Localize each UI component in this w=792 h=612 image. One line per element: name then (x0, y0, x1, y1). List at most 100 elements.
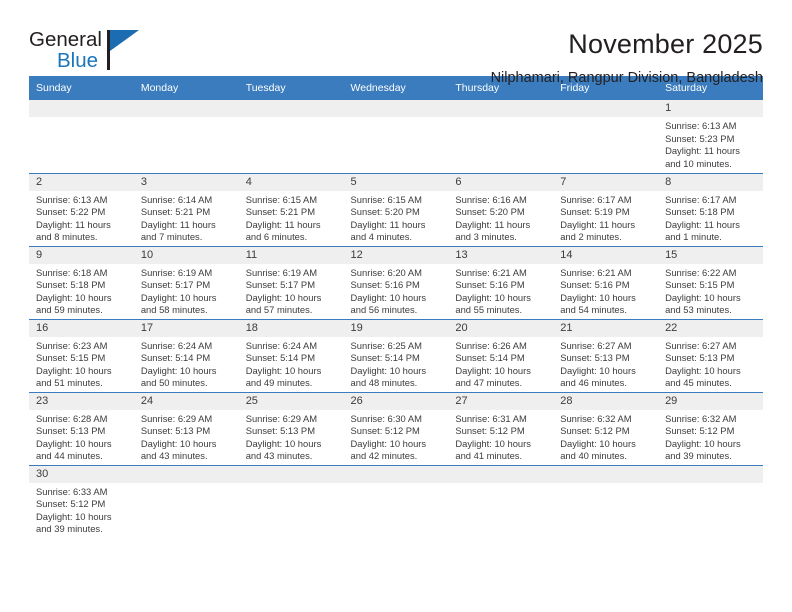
sunrise-text: Sunrise: 6:19 AM (245, 266, 318, 278)
daylight-text: Daylight: 10 hours and 39 minutes. (36, 510, 112, 535)
calendar-day-cell[interactable]: 16 Sunrise: 6:23 AM Sunset: 5:15 PM Dayligh… (29, 318, 134, 392)
day-number: 16 (29, 319, 134, 337)
day-number: 2 (29, 173, 134, 191)
calendar-day-cell[interactable]: 12 Sunrise: 6:20 AM Sunset: 5:16 PM Dayligh… (343, 245, 449, 319)
calendar-day-cell[interactable]: 17 Sunrise: 6:24 AM Sunset: 5:14 PM Dayligh… (133, 318, 239, 392)
daylight-text: Daylight: 10 hours and 49 minutes. (245, 364, 322, 389)
sunrise-text: Sunrise: 6:19 AM (140, 266, 213, 278)
day-details: Sunrise: 6:32 AM Sunset: 5:12 PM Daylight:… (658, 410, 763, 463)
daylight-text: Daylight: 11 hours and 2 minutes. (560, 218, 636, 243)
calendar-body: 1 Sunrise: 6:13 AM Sunset: 5:23 PM Daylight… (29, 100, 763, 538)
day-number: 11 (238, 246, 344, 264)
calendar-day-cell[interactable]: 3 Sunrise: 6:14 AM Sunset: 5:21 PM Daylight… (133, 172, 239, 246)
calendar-week-row: 1 Sunrise: 6:13 AM Sunset: 5:23 PM Daylight… (29, 100, 763, 173)
daylight-text: Daylight: 10 hours and 42 minutes. (350, 437, 427, 462)
sunset-text: Sunset: 5:14 PM (245, 352, 315, 364)
calendar-cell-empty (133, 464, 239, 538)
day-details: Sunrise: 6:19 AM Sunset: 5:17 PM Daylight:… (134, 264, 239, 317)
day-details: Sunrise: 6:25 AM Sunset: 5:14 PM Daylight:… (344, 337, 449, 390)
calendar-day-cell[interactable]: 18 Sunrise: 6:24 AM Sunset: 5:14 PM Dayligh… (238, 318, 344, 392)
day-number: 17 (133, 319, 239, 337)
day-details: Sunrise: 6:21 AM Sunset: 5:16 PM Daylight:… (448, 264, 553, 317)
sunset-text: Sunset: 5:14 PM (455, 352, 525, 364)
day-details: Sunrise: 6:31 AM Sunset: 5:12 PM Daylight:… (448, 410, 553, 463)
day-details: Sunrise: 6:13 AM Sunset: 5:22 PM Daylight:… (29, 191, 134, 244)
calendar-day-cell[interactable]: 15 Sunrise: 6:22 AM Sunset: 5:15 PM Dayligh… (658, 245, 763, 319)
sunset-text: Sunset: 5:12 PM (455, 425, 525, 437)
day-number: 23 (29, 392, 134, 410)
daylight-text: Daylight: 11 hours and 8 minutes. (36, 218, 111, 243)
daylight-text: Daylight: 10 hours and 53 minutes. (665, 291, 741, 316)
calendar-page: General Blue November 2025 Nilphamari, R… (0, 0, 792, 612)
day-details: Sunrise: 6:15 AM Sunset: 5:21 PM Daylight:… (239, 191, 344, 244)
day-details: Sunrise: 6:17 AM Sunset: 5:19 PM Daylight:… (553, 191, 658, 244)
day-details: Sunrise: 6:26 AM Sunset: 5:14 PM Daylight:… (448, 337, 553, 390)
calendar-day-cell[interactable]: 6 Sunrise: 6:16 AM Sunset: 5:20 PM Daylight… (448, 172, 554, 246)
calendar-day-cell[interactable]: 24 Sunrise: 6:29 AM Sunset: 5:13 PM Dayligh… (133, 391, 239, 465)
sunset-text: Sunset: 5:21 PM (245, 206, 315, 218)
calendar-day-cell[interactable]: 21 Sunrise: 6:27 AM Sunset: 5:13 PM Dayligh… (553, 318, 659, 392)
calendar-cell-empty (238, 100, 344, 173)
sunset-text: Sunset: 5:22 PM (36, 206, 106, 218)
sunrise-text: Sunrise: 6:32 AM (665, 412, 737, 424)
calendar-day-cell[interactable]: 29 Sunrise: 6:32 AM Sunset: 5:12 PM Dayligh… (658, 391, 763, 465)
calendar-day-cell[interactable]: 4 Sunrise: 6:15 AM Sunset: 5:21 PM Daylight… (238, 172, 344, 246)
day-number: 18 (238, 319, 344, 337)
calendar-day-cell[interactable]: 10 Sunrise: 6:19 AM Sunset: 5:17 PM Dayligh… (133, 245, 239, 319)
daylight-text: Daylight: 10 hours and 50 minutes. (140, 364, 217, 389)
sunrise-text: Sunrise: 6:29 AM (245, 412, 318, 424)
calendar-week-row: 30 Sunrise: 6:33 AM Sunset: 5:12 PM Dayligh… (29, 464, 763, 538)
day-number: 12 (343, 246, 449, 264)
calendar-day-cell[interactable]: 28 Sunrise: 6:32 AM Sunset: 5:12 PM Dayligh… (553, 391, 659, 465)
sunrise-text: Sunrise: 6:31 AM (455, 412, 527, 424)
calendar-day-cell[interactable]: 14 Sunrise: 6:21 AM Sunset: 5:16 PM Dayligh… (553, 245, 659, 319)
daylight-text: Daylight: 11 hours and 6 minutes. (245, 218, 321, 243)
daylight-text: Daylight: 11 hours and 7 minutes. (140, 218, 216, 243)
sunset-text: Sunset: 5:18 PM (665, 206, 735, 218)
calendar-day-cell[interactable]: 5 Sunrise: 6:15 AM Sunset: 5:20 PM Daylight… (343, 172, 449, 246)
calendar-day-cell[interactable]: 8 Sunrise: 6:17 AM Sunset: 5:18 PM Daylight… (658, 172, 763, 246)
sunset-text: Sunset: 5:17 PM (245, 279, 315, 291)
day-number (133, 100, 239, 117)
day-number: 7 (553, 173, 659, 191)
day-number: 30 (29, 465, 134, 483)
calendar-day-cell[interactable]: 26 Sunrise: 6:30 AM Sunset: 5:12 PM Dayligh… (343, 391, 449, 465)
sunset-text: Sunset: 5:12 PM (36, 498, 106, 510)
general-blue-logo[interactable]: General Blue (29, 28, 141, 78)
calendar-day-cell[interactable]: 27 Sunrise: 6:31 AM Sunset: 5:12 PM Dayligh… (448, 391, 554, 465)
sunset-text: Sunset: 5:15 PM (665, 279, 735, 291)
sunset-text: Sunset: 5:13 PM (36, 425, 106, 437)
sunset-text: Sunset: 5:19 PM (560, 206, 630, 218)
calendar-cell-empty (133, 100, 239, 173)
calendar-day-cell[interactable]: 23 Sunrise: 6:28 AM Sunset: 5:13 PM Dayligh… (29, 391, 134, 465)
calendar-day-cell[interactable]: 1 Sunrise: 6:13 AM Sunset: 5:23 PM Daylight… (658, 100, 763, 173)
weekday-header-sunday: Sunday (29, 76, 134, 100)
sunset-text: Sunset: 5:18 PM (36, 279, 106, 291)
calendar-cell-empty (553, 464, 659, 538)
calendar-day-cell[interactable]: 13 Sunrise: 6:21 AM Sunset: 5:16 PM Dayligh… (448, 245, 554, 319)
sunrise-text: Sunrise: 6:27 AM (560, 339, 632, 351)
calendar-day-cell[interactable]: 7 Sunrise: 6:17 AM Sunset: 5:19 PM Daylight… (553, 172, 659, 246)
calendar-day-cell[interactable]: 20 Sunrise: 6:26 AM Sunset: 5:14 PM Dayligh… (448, 318, 554, 392)
sunset-text: Sunset: 5:12 PM (350, 425, 420, 437)
calendar-day-cell[interactable]: 25 Sunrise: 6:29 AM Sunset: 5:13 PM Dayligh… (238, 391, 344, 465)
sunset-text: Sunset: 5:23 PM (665, 132, 735, 144)
calendar-day-cell[interactable]: 2 Sunrise: 6:13 AM Sunset: 5:22 PM Daylight… (29, 172, 134, 246)
calendar-day-cell[interactable]: 19 Sunrise: 6:25 AM Sunset: 5:14 PM Dayligh… (343, 318, 449, 392)
calendar-day-cell[interactable]: 22 Sunrise: 6:27 AM Sunset: 5:13 PM Dayligh… (658, 318, 763, 392)
day-details: Sunrise: 6:24 AM Sunset: 5:14 PM Daylight:… (239, 337, 344, 390)
day-number: 8 (658, 173, 763, 191)
calendar-day-cell[interactable]: 11 Sunrise: 6:19 AM Sunset: 5:17 PM Dayligh… (238, 245, 344, 319)
calendar-day-cell[interactable]: 9 Sunrise: 6:18 AM Sunset: 5:18 PM Daylight… (29, 245, 134, 319)
sunrise-text: Sunrise: 6:28 AM (36, 412, 108, 424)
daylight-text: Daylight: 10 hours and 39 minutes. (665, 437, 741, 462)
sunrise-text: Sunrise: 6:21 AM (560, 266, 632, 278)
sunset-text: Sunset: 5:14 PM (350, 352, 420, 364)
logo-triangle-icon (110, 30, 139, 51)
daylight-text: Daylight: 10 hours and 45 minutes. (665, 364, 741, 389)
calendar-day-cell[interactable]: 30 Sunrise: 6:33 AM Sunset: 5:12 PM Dayligh… (29, 464, 134, 538)
day-details: Sunrise: 6:33 AM Sunset: 5:12 PM Daylight:… (29, 483, 134, 536)
day-number (238, 100, 344, 117)
day-details: Sunrise: 6:18 AM Sunset: 5:18 PM Daylight:… (29, 264, 134, 317)
calendar-week-row: 23 Sunrise: 6:28 AM Sunset: 5:13 PM Dayligh… (29, 391, 763, 465)
